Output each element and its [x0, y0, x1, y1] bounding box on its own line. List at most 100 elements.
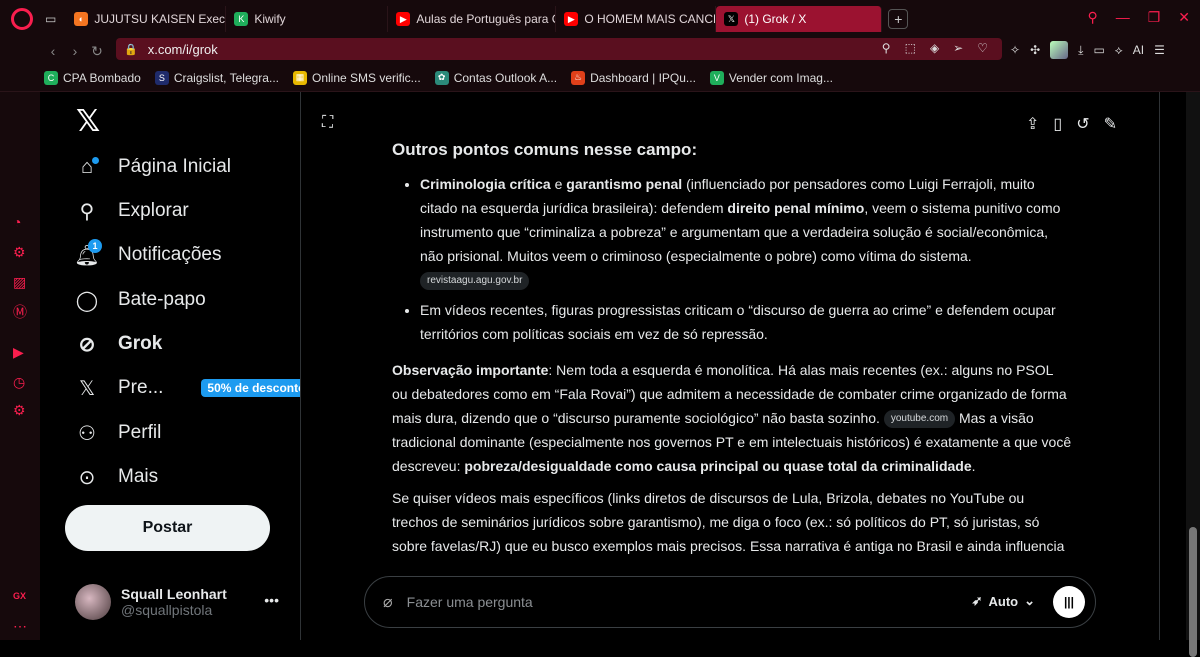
menu-icon[interactable]: ☰: [1154, 43, 1165, 57]
tab-favicon-icon: K: [234, 12, 249, 26]
nav-notifications[interactable]: 🔔︎ 1 Notificações: [74, 238, 222, 270]
nav-explore-label: Explorar: [118, 200, 189, 221]
x-logo-icon[interactable]: 𝕏: [76, 104, 100, 139]
expand-icon[interactable]: ⛶: [322, 114, 333, 132]
tab-title: (1) Grok / X: [744, 12, 807, 26]
close-window-icon[interactable]: ✕: [1178, 9, 1190, 26]
profile-avatar-icon[interactable]: [1050, 41, 1069, 59]
shield-icon[interactable]: ◈: [930, 41, 939, 55]
mail-icon[interactable]: Ⓜ: [13, 302, 27, 322]
home-icon: ⌂: [74, 156, 100, 179]
pin-icon[interactable]: ⚲: [882, 41, 891, 55]
browser-tab-bar: ▭ ◐ JUJUTSU KAISEN Execuç K Kiwify ▶ Aulas de…: [0, 0, 1200, 38]
attach-icon[interactable]: ⌀: [383, 592, 393, 612]
user-handle: @squallpistola: [121, 602, 213, 618]
person-icon: ⚇: [78, 422, 96, 445]
minimize-icon[interactable]: —: [1116, 9, 1130, 26]
bold-text: Criminologia crítica: [420, 176, 551, 192]
nav-home[interactable]: ⌂ Página Inicial: [74, 152, 231, 182]
more-circle-icon: ⊙: [78, 466, 96, 489]
url-text[interactable]: x.com/i/grok: [148, 42, 218, 57]
bookmark-item[interactable]: ✿ Contas Outlook A...: [434, 70, 557, 85]
control-icon[interactable]: ⚙: [13, 244, 26, 261]
battery-icon[interactable]: ▭: [1093, 43, 1104, 57]
bookmark-favicon-icon: C: [44, 70, 58, 85]
nav-premium[interactable]: 𝕏 Pre... 50% de desconto: [74, 373, 312, 403]
workspaces-icon[interactable]: ▭: [45, 12, 56, 26]
puzzle-icon[interactable]: ✣: [1030, 43, 1040, 57]
bookmark-item[interactable]: ♨ Dashboard | IPQu...: [571, 70, 696, 85]
nav-explore[interactable]: ⚲ Explorar: [74, 196, 189, 226]
search-tabs-icon[interactable]: ⚲: [1087, 9, 1097, 26]
source-chip[interactable]: youtube.com: [883, 410, 956, 429]
player-icon[interactable]: ▶: [13, 344, 24, 361]
new-tab-button[interactable]: +: [888, 9, 909, 29]
nav-profile[interactable]: ⚇ Perfil: [74, 418, 161, 448]
history-icon[interactable]: ↺: [1076, 114, 1089, 134]
more-options-icon[interactable]: •••: [264, 592, 279, 608]
nav-grok[interactable]: ⊘ Grok: [74, 329, 163, 359]
ai-icon[interactable]: AI: [1133, 43, 1144, 57]
address-toolbar: ‹ › ↻ 🔒 x.com/i/grok ⚲ ⬚ ◈ ➢ ♡ ✧ ✣ ⤓ ▭ ⟡…: [0, 38, 1200, 64]
extension-icon[interactable]: ✧: [1010, 43, 1020, 57]
chat-bubble-icon: ◯: [75, 289, 99, 312]
send-icon[interactable]: ➢: [953, 41, 963, 55]
post-button[interactable]: Postar: [65, 505, 270, 551]
bookmark-label: Online SMS verific...: [311, 70, 421, 85]
browser-tab[interactable]: ◐ JUJUTSU KAISEN Execuç: [66, 6, 227, 32]
bookmark-item[interactable]: ▦ Online SMS verific...: [292, 70, 421, 85]
account-switcher[interactable]: Squall Leonhart @squallpistola •••: [75, 582, 285, 622]
nav-profile-label: Perfil: [118, 422, 162, 443]
nav-more[interactable]: ⊙ Mais: [74, 462, 159, 492]
browser-tab[interactable]: K Kiwify: [226, 6, 389, 32]
reload-icon[interactable]: ↻: [86, 43, 108, 60]
bookmark-item[interactable]: S Craigslist, Telegra...: [154, 70, 279, 85]
scrollbar-thumb[interactable]: [1189, 527, 1197, 657]
browser-tab[interactable]: ▶ Aulas de Português para C: [388, 6, 557, 32]
ask-input[interactable]: [406, 594, 927, 610]
heart-icon[interactable]: ♡: [977, 41, 988, 55]
notification-count-badge: 1: [88, 238, 102, 253]
bullet-2: Em vídeos recentes, figuras progressista…: [420, 298, 1072, 346]
maximize-icon[interactable]: ❐: [1148, 9, 1161, 26]
history-icon[interactable]: ◷: [13, 374, 25, 391]
cleaner-icon[interactable]: ▨: [13, 274, 26, 291]
tab-favicon-icon: ▶: [396, 12, 411, 26]
source-chip[interactable]: revistaagu.agu.gov.br: [420, 272, 530, 291]
nav-premium-label: Pre...: [118, 377, 164, 398]
tab-title: Aulas de Português para C: [416, 12, 557, 26]
share-icon[interactable]: ⇪: [1026, 114, 1039, 134]
opera-logo[interactable]: [11, 8, 33, 30]
url-field[interactable]: 🔒 x.com/i/grok ⚲ ⬚ ◈ ➢ ♡: [116, 38, 1002, 60]
forward-icon[interactable]: ›: [64, 43, 86, 59]
settings-icon[interactable]: ⚙: [13, 402, 26, 419]
download-icon[interactable]: ⤓: [1078, 43, 1083, 58]
new-chat-icon[interactable]: ✎: [1104, 114, 1117, 134]
tab-title: Kiwify: [254, 12, 286, 26]
browser-tab[interactable]: 𝕏 (1) Grok / X: [716, 6, 883, 32]
bookmark-item[interactable]: C CPA Bombado: [44, 70, 141, 85]
easy-setup-icon[interactable]: ⟡: [1115, 43, 1123, 58]
snapshot-icon[interactable]: ⬚: [905, 41, 916, 55]
speed-dial-icon[interactable]: ◔: [13, 214, 21, 230]
nav-chat[interactable]: ◯ Bate-papo: [74, 285, 206, 315]
back-icon[interactable]: ‹: [42, 43, 64, 59]
bell-icon: 🔔︎ 1: [74, 238, 102, 268]
bookmark-icon[interactable]: ▯: [1053, 114, 1062, 134]
grok-icon: ⊘: [78, 333, 96, 356]
x-premium-icon: 𝕏: [78, 377, 96, 400]
search-icon: ⚲: [79, 200, 95, 223]
scrollbar[interactable]: [1186, 92, 1200, 657]
text: e: [550, 176, 567, 192]
lock-icon[interactable]: 🔒: [124, 43, 138, 56]
mode-selector[interactable]: ➶ Auto ⌄: [972, 593, 1035, 609]
grok-response: Outros pontos comuns nesse campo: Crimin…: [392, 138, 1072, 558]
tab-title: O HOMEM MAIS CANCELA: [584, 12, 715, 26]
voice-mode-icon[interactable]: |||: [1053, 586, 1085, 618]
nav-grok-label: Grok: [118, 333, 163, 354]
bookmark-item[interactable]: V Vender com Imag...: [709, 70, 833, 85]
bullet-1: Criminologia crítica e garantismo penal …: [420, 172, 1072, 292]
browser-tab[interactable]: ▶ O HOMEM MAIS CANCELA: [556, 6, 717, 32]
more-icon[interactable]: ⋯: [13, 618, 27, 635]
gx-label[interactable]: GX: [13, 591, 26, 601]
